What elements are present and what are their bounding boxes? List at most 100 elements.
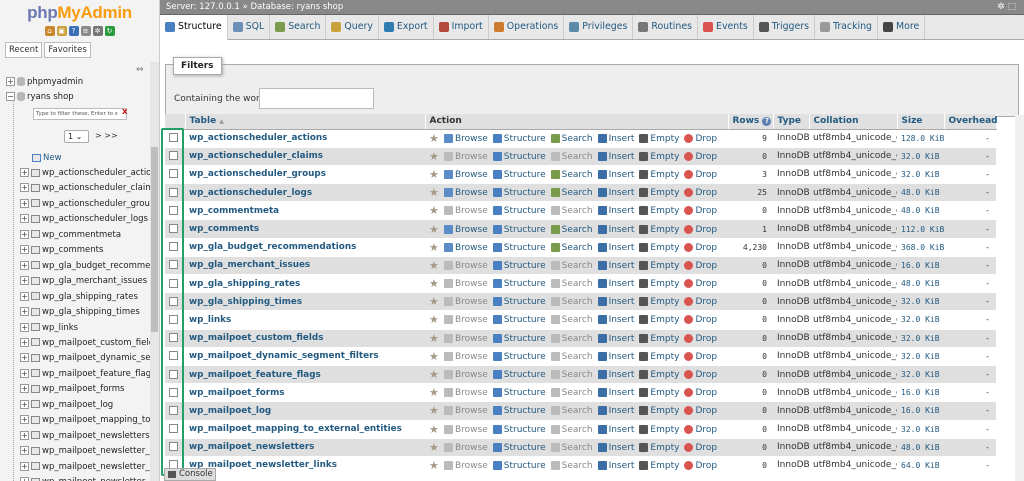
empty-action[interactable]: Empty	[639, 279, 679, 289]
insert-action[interactable]: Insert	[597, 297, 634, 307]
tab-routines[interactable]: Routines	[633, 15, 699, 39]
expand-icon[interactable]: +	[20, 168, 29, 177]
structure-action[interactable]: Structure	[492, 333, 546, 344]
sidebar-item-table[interactable]: + wp_mailpoet_forms	[20, 382, 124, 397]
drop-action[interactable]: Drop	[684, 169, 717, 180]
table-name-link[interactable]: wp_comments	[185, 219, 425, 239]
row-checkbox[interactable]	[169, 314, 178, 324]
favorite-star-icon[interactable]: ★	[429, 441, 440, 454]
search-action[interactable]: Search	[550, 424, 593, 435]
favorite-star-icon[interactable]: ★	[429, 368, 440, 381]
browse-action[interactable]: Browse	[444, 315, 488, 325]
row-checkbox[interactable]	[169, 442, 178, 452]
header-table[interactable]: Table ▲	[185, 114, 426, 130]
browse-action[interactable]: Browse	[444, 424, 488, 435]
size-value[interactable]: 48.0 KiB	[897, 201, 944, 221]
tab-recent[interactable]: Recent	[5, 42, 43, 58]
sidebar-item-table[interactable]: + wp_mailpoet_newsletters	[20, 429, 150, 444]
row-checkbox[interactable]	[169, 133, 178, 143]
structure-action[interactable]: Structure	[492, 242, 546, 253]
expand-icon[interactable]: +	[20, 307, 29, 317]
insert-action[interactable]: Insert	[597, 370, 634, 380]
structure-action[interactable]: Structure	[492, 279, 546, 289]
drop-action[interactable]: Drop	[684, 206, 717, 216]
search-action[interactable]: Search	[550, 206, 593, 216]
insert-action[interactable]: Insert	[597, 188, 634, 198]
header-type[interactable]: Type	[773, 114, 810, 130]
table-name-link[interactable]: wp_mailpoet_dynamic_segment_filters	[185, 347, 425, 366]
row-checkbox[interactable]	[169, 387, 178, 397]
sidebar-item-table[interactable]: + wp_mailpoet_log	[20, 398, 113, 413]
table-name-link[interactable]: wp_mailpoet_newsletters	[185, 438, 425, 457]
empty-action[interactable]: Empty	[639, 133, 679, 144]
empty-action[interactable]: Empty	[639, 224, 679, 235]
browse-action[interactable]: Browse	[444, 388, 488, 398]
expand-icon[interactable]: +	[20, 322, 29, 332]
empty-action[interactable]: Empty	[639, 169, 679, 180]
row-checkbox[interactable]	[169, 424, 178, 434]
structure-action[interactable]: Structure	[492, 260, 546, 271]
empty-action[interactable]: Empty	[639, 188, 679, 198]
favorite-star-icon[interactable]: ★	[429, 386, 440, 399]
drop-action[interactable]: Drop	[684, 370, 717, 380]
search-action[interactable]: Search	[550, 460, 593, 471]
nav-new-table[interactable]: New	[16, 151, 62, 166]
size-value[interactable]: 128.0 KiB	[897, 129, 944, 148]
sidebar-item-table[interactable]: + wp_actionscheduler_logs	[20, 212, 148, 227]
size-value[interactable]: 32.0 KiB	[897, 347, 944, 366]
table-name-link[interactable]: wp_commentmeta	[185, 201, 425, 221]
drop-action[interactable]: Drop	[684, 242, 717, 253]
favorite-star-icon[interactable]: ★	[429, 350, 440, 363]
table-name-link[interactable]: wp_links	[185, 310, 425, 330]
filter-clear-button[interactable]: X	[122, 108, 127, 116]
expand-icon[interactable]: +	[20, 198, 29, 208]
insert-action[interactable]: Insert	[597, 442, 634, 453]
row-checkbox[interactable]	[169, 260, 178, 270]
expand-icon[interactable]: +	[20, 229, 29, 239]
tab-events[interactable]: Events	[698, 15, 754, 39]
expand-icon[interactable]: +	[20, 415, 29, 425]
expand-icon[interactable]: +	[20, 353, 29, 363]
row-checkbox[interactable]	[169, 369, 178, 379]
drop-action[interactable]: Drop	[684, 260, 717, 271]
insert-action[interactable]: Insert	[597, 315, 634, 325]
insert-action[interactable]: Insert	[597, 279, 634, 289]
structure-action[interactable]: Structure	[492, 206, 546, 216]
favorite-star-icon[interactable]: ★	[429, 241, 440, 254]
favorite-star-icon[interactable]: ★	[429, 295, 440, 308]
tab-query[interactable]: Query	[326, 15, 379, 39]
empty-action[interactable]: Empty	[639, 460, 679, 471]
size-value[interactable]: 32.0 KiB	[897, 329, 944, 348]
table-filter-input[interactable]: Type to filter these, Enter to s	[33, 108, 127, 120]
browse-action[interactable]: Browse	[444, 297, 488, 307]
drop-action[interactable]: Drop	[684, 315, 717, 325]
size-value[interactable]: 16.0 KiB	[897, 383, 944, 403]
rows-help-icon[interactable]: ?	[762, 117, 772, 127]
tab-more[interactable]: More	[878, 15, 926, 39]
insert-action[interactable]: Insert	[597, 133, 634, 144]
breadcrumb-server[interactable]: Server: 127.0.0.1	[166, 2, 240, 12]
sidebar-item-table[interactable]: + wp_actionscheduler_actio	[20, 166, 151, 181]
row-checkbox[interactable]	[169, 224, 178, 234]
insert-action[interactable]: Insert	[597, 333, 634, 344]
sidebar-item-table[interactable]: + wp_mailpoet_newsletter_li	[20, 444, 154, 459]
nav-scrollbar-thumb[interactable]	[151, 147, 158, 332]
insert-action[interactable]: Insert	[597, 351, 634, 362]
empty-action[interactable]: Empty	[639, 406, 679, 416]
browse-action[interactable]: Browse	[444, 133, 488, 144]
search-action[interactable]: Search	[550, 169, 593, 180]
sidebar-item-table[interactable]: + wp_mailpoet_newsletter_p	[20, 475, 155, 481]
settings-gear-icon[interactable]: ✲	[92, 26, 103, 36]
sidebar-item-table[interactable]: + wp_comments	[20, 243, 103, 258]
expand-icon[interactable]: +	[6, 77, 15, 86]
row-checkbox[interactable]	[169, 351, 178, 361]
structure-action[interactable]: Structure	[492, 370, 546, 380]
main-scrollbar[interactable]	[1015, 115, 1024, 481]
header-overhead[interactable]: Overhead	[944, 114, 998, 130]
tab-privileges[interactable]: Privileges	[564, 15, 634, 39]
favorite-star-icon[interactable]: ★	[429, 423, 440, 436]
browse-action[interactable]: Browse	[444, 370, 488, 380]
empty-action[interactable]: Empty	[639, 206, 679, 216]
size-value[interactable]: 32.0 KiB	[897, 420, 944, 439]
drop-action[interactable]: Drop	[684, 224, 717, 235]
